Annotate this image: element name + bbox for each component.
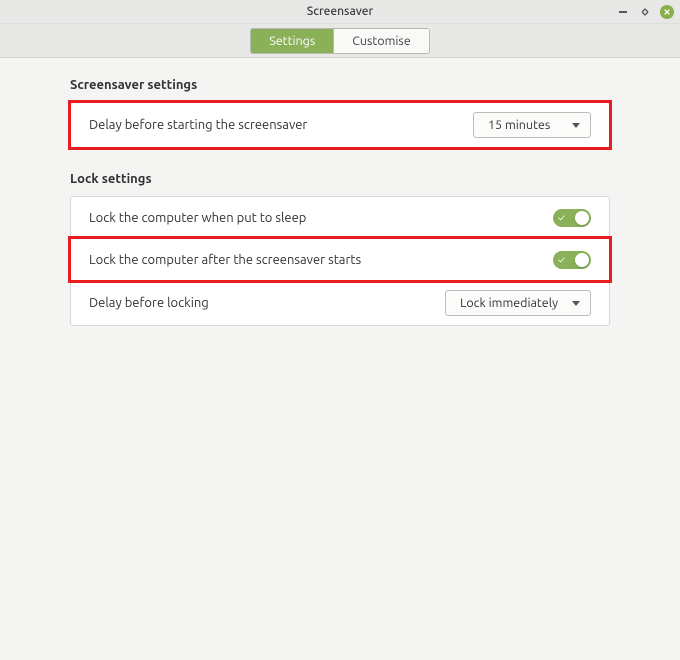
toggle-knob	[575, 253, 589, 267]
screensaver-section-title: Screensaver settings	[70, 78, 610, 92]
check-icon: ✓	[558, 213, 565, 223]
lock-sleep-label: Lock the computer when put to sleep	[89, 211, 306, 225]
lock-after-ss-label: Lock the computer after the screensaver …	[89, 253, 361, 267]
lock-after-ss-row: Lock the computer after the screensaver …	[71, 239, 609, 281]
lock-delay-dropdown[interactable]: Lock immediately	[445, 290, 591, 316]
window-title: Screensaver	[307, 5, 373, 18]
screensaver-delay-label: Delay before starting the screensaver	[89, 118, 307, 132]
lock-section: Lock the computer when put to sleep ✓ Lo…	[70, 196, 610, 326]
window-controls	[616, 0, 674, 23]
lock-delay-label: Delay before locking	[89, 296, 209, 310]
lock-sleep-row: Lock the computer when put to sleep ✓	[71, 197, 609, 239]
close-button[interactable]	[660, 5, 674, 19]
toggle-knob	[575, 211, 589, 225]
check-icon: ✓	[558, 255, 565, 265]
chevron-down-icon	[572, 301, 580, 306]
screensaver-section: Delay before starting the screensaver 15…	[70, 102, 610, 148]
minimize-button[interactable]	[616, 5, 630, 19]
screensaver-delay-row: Delay before starting the screensaver 15…	[71, 103, 609, 147]
lock-after-ss-toggle[interactable]: ✓	[553, 251, 591, 269]
lock-delay-row: Delay before locking Lock immediately	[71, 281, 609, 325]
titlebar: Screensaver	[0, 0, 680, 24]
screensaver-delay-value: 15 minutes	[488, 118, 550, 132]
tab-group: Settings Customise	[250, 28, 430, 54]
content-area: Screensaver settings Delay before starti…	[0, 58, 680, 370]
tab-settings[interactable]: Settings	[251, 29, 334, 53]
lock-sleep-toggle[interactable]: ✓	[553, 209, 591, 227]
screensaver-delay-dropdown[interactable]: 15 minutes	[473, 112, 591, 138]
tab-customise[interactable]: Customise	[334, 29, 428, 53]
lock-section-title: Lock settings	[70, 172, 610, 186]
tabbar: Settings Customise	[0, 24, 680, 58]
chevron-down-icon	[572, 123, 580, 128]
maximize-button[interactable]	[638, 5, 652, 19]
lock-delay-value: Lock immediately	[460, 296, 558, 310]
